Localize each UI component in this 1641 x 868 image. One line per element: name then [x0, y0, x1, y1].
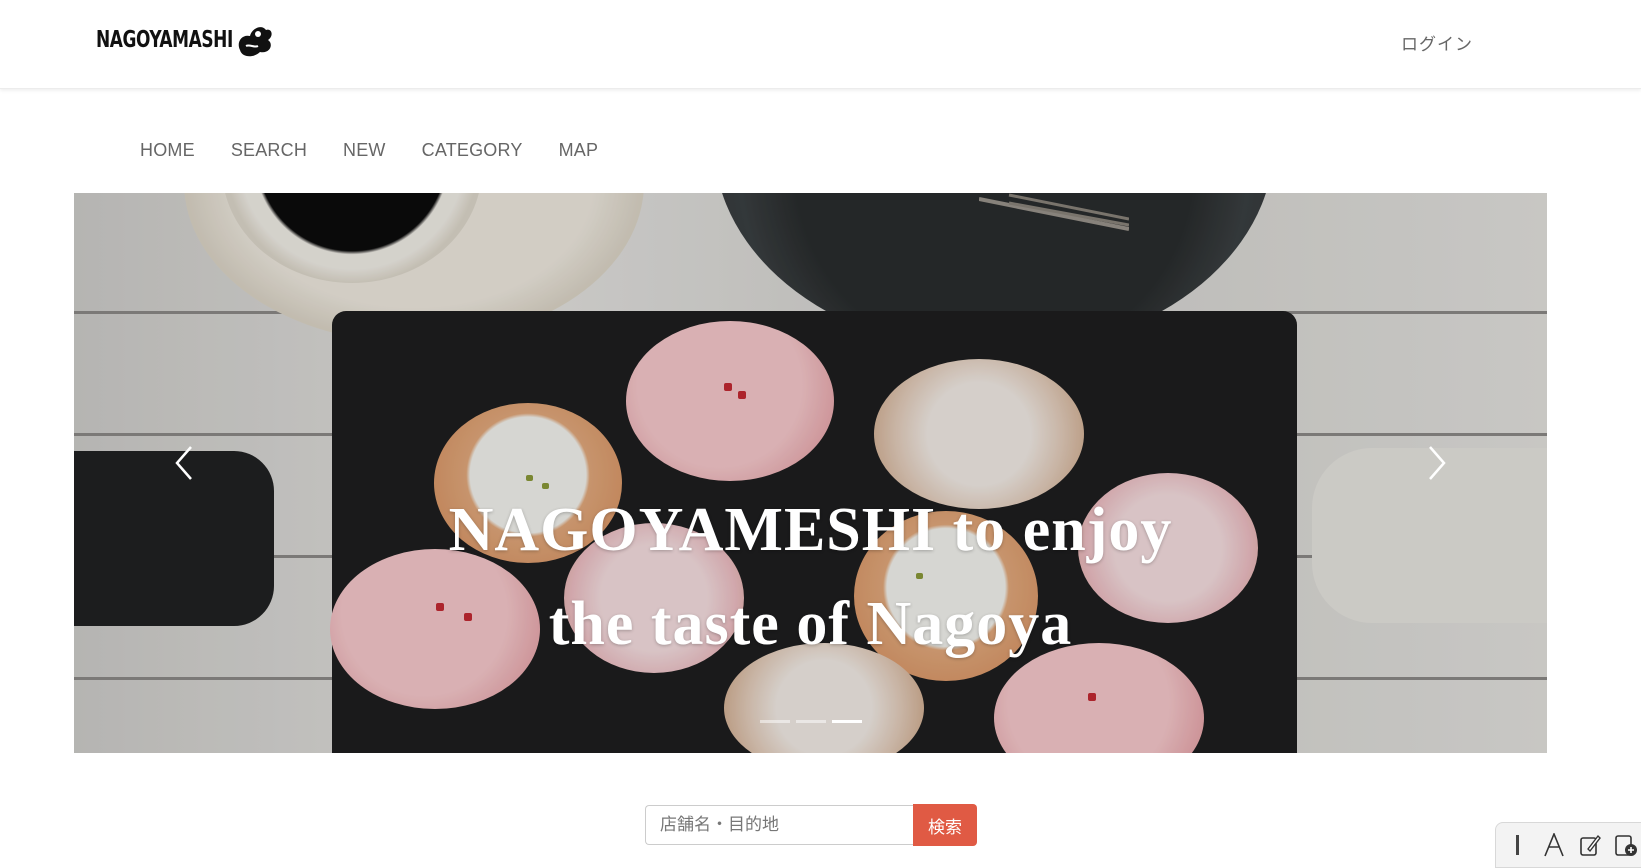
logo-mascot-icon — [238, 27, 272, 57]
chevron-left-icon — [175, 446, 192, 480]
nav-item-search[interactable]: SEARCH — [231, 140, 307, 161]
carousel-indicator-3[interactable] — [831, 720, 862, 723]
text-icon[interactable] — [1542, 832, 1566, 858]
nav-item-new[interactable]: NEW — [343, 140, 386, 161]
chevron-right-icon — [1429, 446, 1446, 480]
search-form: 検索 — [645, 804, 977, 846]
carousel-next-button[interactable] — [1417, 443, 1457, 483]
new-document-icon[interactable] — [1614, 832, 1638, 858]
site-header: NAGOYAMASHI ログイン — [0, 0, 1641, 89]
main-nav: HOME SEARCH NEW CATEGORY MAP — [140, 140, 634, 161]
search-input[interactable] — [645, 805, 913, 845]
ruler-icon[interactable] — [1506, 832, 1530, 858]
carousel-indicators — [74, 720, 1547, 723]
search-button[interactable]: 検索 — [913, 804, 977, 846]
carousel-indicator-2[interactable] — [795, 720, 826, 723]
nav-item-category[interactable]: CATEGORY — [422, 140, 523, 161]
carousel-indicator-1[interactable] — [759, 720, 790, 723]
hero-caption: NAGOYAMESHI to enjoy the taste of Nagoya — [74, 483, 1547, 671]
nav-item-home[interactable]: HOME — [140, 140, 195, 161]
nav-item-map[interactable]: MAP — [559, 140, 599, 161]
site-logo[interactable]: NAGOYAMASHI — [96, 20, 276, 60]
login-link[interactable]: ログイン — [1401, 30, 1473, 55]
edit-icon[interactable] — [1578, 832, 1602, 858]
hero-carousel: NAGOYAMESHI to enjoy the taste of Nagoya — [74, 193, 1547, 753]
logo-text: NAGOYAMASHI — [96, 27, 233, 53]
hero-caption-line-2: the taste of Nagoya — [548, 590, 1073, 658]
tool-tray — [1495, 822, 1641, 868]
hero-caption-line-1: NAGOYAMESHI to enjoy — [448, 496, 1173, 564]
carousel-prev-button[interactable] — [164, 443, 204, 483]
